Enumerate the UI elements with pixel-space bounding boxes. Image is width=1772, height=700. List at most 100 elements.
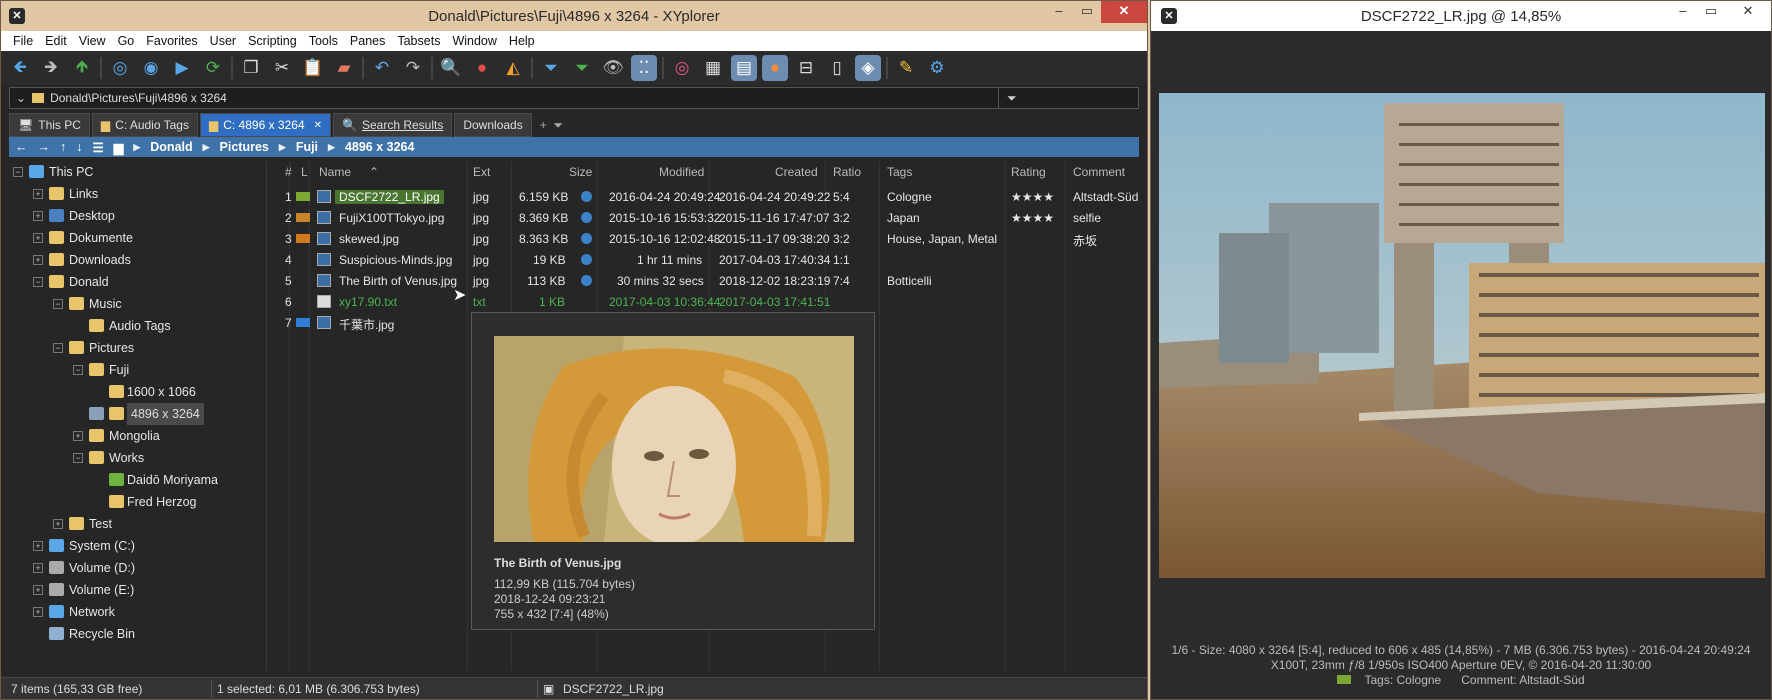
col-ratio[interactable]: Ratio bbox=[833, 165, 861, 179]
paste-icon[interactable]: 📋 bbox=[300, 55, 326, 81]
tree-item-system-c[interactable]: + System (C:) bbox=[9, 535, 266, 557]
collapse-icon[interactable]: − bbox=[53, 343, 63, 353]
col-comment[interactable]: Comment bbox=[1073, 165, 1125, 179]
col-num[interactable]: # bbox=[285, 165, 292, 179]
add-tab-icon[interactable]: + ⏷ bbox=[534, 113, 569, 137]
up-arrow-icon[interactable]: 🡹 bbox=[69, 55, 95, 81]
tree-item-links[interactable]: + Links bbox=[9, 183, 266, 205]
back-arrow-icon[interactable]: 🡸 bbox=[7, 55, 33, 81]
maximize-button[interactable]: ▭ bbox=[1073, 1, 1101, 23]
table-row[interactable]: 3 skewed.jpg jpg 8.363 KB 2015-10-16 12:… bbox=[269, 228, 1139, 249]
info-panel-icon[interactable]: ◈ bbox=[855, 55, 881, 81]
table-row[interactable]: 6 xy17.90.txt txt 1 KB 2017-04-03 10:36:… bbox=[269, 291, 1139, 312]
color-circles-icon[interactable]: ● bbox=[762, 55, 788, 81]
expand-icon[interactable]: + bbox=[33, 563, 43, 573]
minimize-button[interactable]: – bbox=[1669, 1, 1697, 23]
expand-icon[interactable]: + bbox=[33, 585, 43, 595]
cut-icon[interactable]: ✂ bbox=[269, 55, 295, 81]
menu-window[interactable]: Window bbox=[446, 34, 502, 48]
tree-item-pictures[interactable]: − Pictures bbox=[9, 337, 266, 359]
crumb-fuji[interactable]: Fuji bbox=[296, 140, 318, 154]
col-tags[interactable]: Tags bbox=[887, 165, 912, 179]
tree-item-music[interactable]: − Music bbox=[9, 293, 266, 315]
expand-icon[interactable]: + bbox=[33, 233, 43, 243]
tab-audio-tags[interactable]: ▆ C: Audio Tags bbox=[91, 113, 198, 137]
menu-edit[interactable]: Edit bbox=[39, 34, 73, 48]
grid-icon[interactable]: ▦ bbox=[700, 55, 726, 81]
col-rating[interactable]: Rating bbox=[1011, 165, 1046, 179]
filter-box[interactable]: ⏷ bbox=[999, 87, 1139, 109]
table-row[interactable]: 1 DSCF2722_LR.jpg jpg 6.159 KB 2016-04-2… bbox=[269, 186, 1139, 207]
filter-icon[interactable]: ⏷ bbox=[538, 55, 564, 81]
menu-panes[interactable]: Panes bbox=[344, 34, 391, 48]
collapse-icon[interactable]: − bbox=[13, 167, 23, 177]
table-row[interactable]: 2 FujiX100TTokyo.jpg jpg 8.369 KB 2015-1… bbox=[269, 207, 1139, 228]
tab-this-pc[interactable]: 🖥 This PC bbox=[9, 113, 90, 137]
col-modified[interactable]: Modified bbox=[659, 165, 704, 179]
tree-item-desktop[interactable]: + Desktop bbox=[9, 205, 266, 227]
forward-arrow-icon[interactable]: 🡺 bbox=[38, 55, 64, 81]
close-button[interactable]: ✕ bbox=[1101, 1, 1147, 23]
menu-scripting[interactable]: Scripting bbox=[242, 34, 303, 48]
menu-go[interactable]: Go bbox=[112, 34, 141, 48]
hamburger-icon[interactable]: ☰ bbox=[93, 140, 104, 155]
tab-search-results[interactable]: 🔍 Search Results bbox=[333, 113, 453, 137]
eraser-icon[interactable]: ▰ bbox=[331, 55, 357, 81]
tree-item-1600x1066[interactable]: 1600 x 1066 bbox=[9, 381, 266, 403]
col-size[interactable]: Size bbox=[569, 165, 592, 179]
search-icon[interactable]: 🔍 bbox=[438, 55, 464, 81]
redo-icon[interactable]: ↷ bbox=[400, 55, 426, 81]
undo-icon[interactable]: ↶ bbox=[369, 55, 395, 81]
tree-item-dokumente[interactable]: + Dokumente bbox=[9, 227, 266, 249]
col-name[interactable]: Name bbox=[319, 165, 351, 179]
spiral-icon[interactable]: ◎ bbox=[669, 55, 695, 81]
tree-item-network[interactable]: + Network bbox=[9, 601, 266, 623]
tree-item-volume-e[interactable]: + Volume (E:) bbox=[9, 579, 266, 601]
menu-user[interactable]: User bbox=[204, 34, 242, 48]
col-label[interactable]: L bbox=[301, 165, 308, 179]
expand-icon[interactable]: + bbox=[33, 541, 43, 551]
tab-4896x3264[interactable]: ▆ C: 4896 x 3264 ✕ bbox=[199, 113, 332, 137]
address-field[interactable]: ⌄ Donald\Pictures\Fuji\4896 x 3264 bbox=[9, 87, 999, 109]
expand-icon[interactable]: + bbox=[33, 211, 43, 221]
tree-item-donald[interactable]: − Donald bbox=[9, 271, 266, 293]
crumb-donald[interactable]: Donald bbox=[150, 140, 192, 154]
col-created[interactable]: Created bbox=[775, 165, 818, 179]
details-view-icon[interactable]: ▤ bbox=[731, 55, 757, 81]
tree-item-volume-d[interactable]: + Volume (D:) bbox=[9, 557, 266, 579]
green-filter-icon[interactable]: ⏷ bbox=[569, 55, 595, 81]
tree-item-mongolia[interactable]: + Mongolia bbox=[9, 425, 266, 447]
maximize-button[interactable]: ▭ bbox=[1697, 1, 1725, 23]
col-ext[interactable]: Ext bbox=[473, 165, 490, 179]
up-arrow-icon[interactable]: ↑ bbox=[60, 140, 66, 154]
collapse-icon[interactable]: − bbox=[33, 277, 43, 287]
menu-file[interactable]: File bbox=[7, 34, 39, 48]
expand-icon[interactable]: + bbox=[53, 519, 63, 529]
collapse-icon[interactable]: − bbox=[53, 299, 63, 309]
expand-icon[interactable]: + bbox=[33, 255, 43, 265]
crumb-current[interactable]: 4896 x 3264 bbox=[345, 140, 415, 154]
copy-icon[interactable]: ❐ bbox=[238, 55, 264, 81]
menu-favorites[interactable]: Favorites bbox=[140, 34, 203, 48]
eye-icon[interactable]: 👁 bbox=[600, 55, 626, 81]
settings-gear-icon[interactable]: ⚙ bbox=[924, 55, 950, 81]
expand-icon[interactable]: + bbox=[33, 189, 43, 199]
cologne-photo[interactable] bbox=[1159, 93, 1765, 578]
tree-item-audio-tags[interactable]: Audio Tags bbox=[9, 315, 266, 337]
pizza-icon[interactable]: ◭ bbox=[500, 55, 526, 81]
down-arrow-icon[interactable]: ↓ bbox=[76, 140, 82, 154]
menu-tabsets[interactable]: Tabsets bbox=[391, 34, 446, 48]
tree-item-fred-herzog[interactable]: Fred Herzog bbox=[9, 491, 266, 513]
tree-item-fuji[interactable]: − Fuji bbox=[9, 359, 266, 381]
minimize-button[interactable]: – bbox=[1045, 1, 1073, 23]
collapse-icon[interactable]: − bbox=[73, 453, 83, 463]
expand-icon[interactable]: + bbox=[73, 431, 83, 441]
dots-icon[interactable]: ⁚⁚ bbox=[631, 55, 657, 81]
pencil-icon[interactable]: ✎ bbox=[893, 55, 919, 81]
split-pane-icon[interactable]: ⊟ bbox=[793, 55, 819, 81]
tab-downloads[interactable]: Downloads bbox=[454, 113, 532, 137]
tree-item-works[interactable]: − Works bbox=[9, 447, 266, 469]
menu-tools[interactable]: Tools bbox=[303, 34, 344, 48]
tree-item-daido-moriyama[interactable]: Daidō Moriyama bbox=[9, 469, 266, 491]
tree-item-recycle-bin[interactable]: Recycle Bin bbox=[9, 623, 266, 645]
